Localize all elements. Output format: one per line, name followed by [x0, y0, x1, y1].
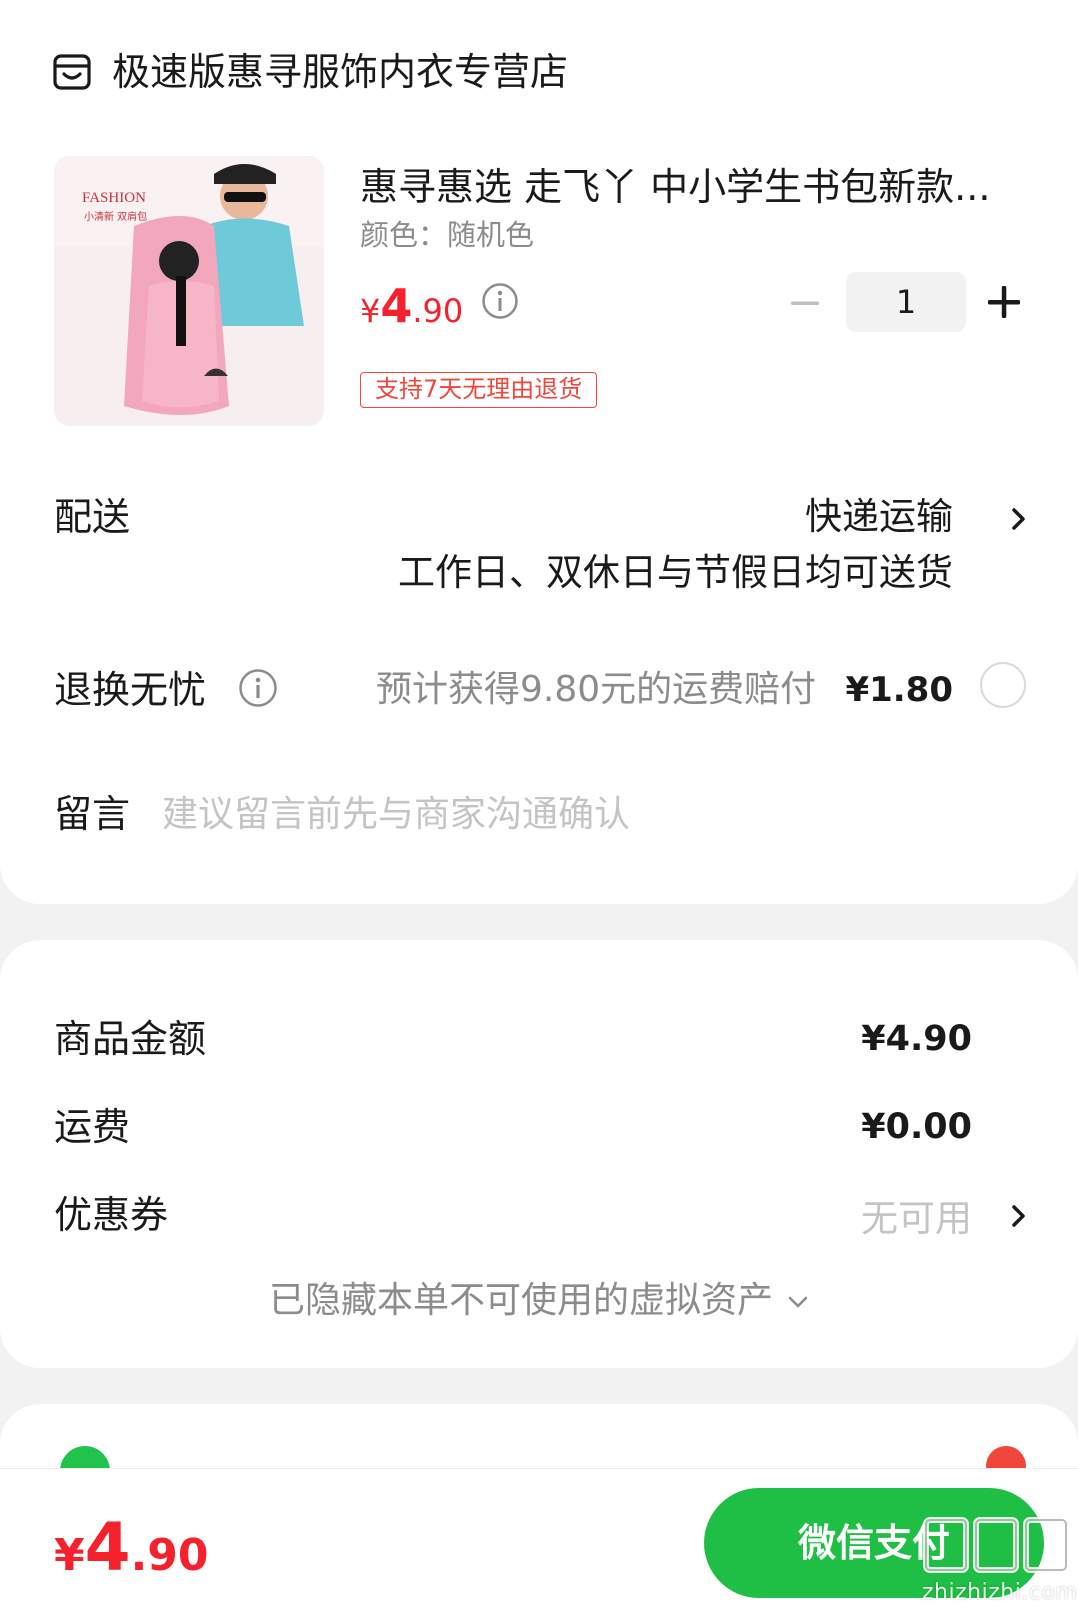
- hidden-assets-text: 已隐藏本单不可使用的虚拟资产: [268, 1280, 773, 1321]
- return-policy-tag: 支持7天无理由退货: [360, 372, 598, 408]
- hidden-assets-toggle[interactable]: 已隐藏本单不可使用的虚拟资产: [0, 1274, 1078, 1328]
- shipping-fee-label: 运费: [54, 1105, 131, 1149]
- goods-amount-value: ¥4.90: [861, 1019, 972, 1059]
- price-decimal: .90: [412, 292, 464, 330]
- product-spec: 颜色：随机色: [360, 218, 535, 252]
- coupon-label: 优惠券: [54, 1193, 169, 1237]
- store-icon: [53, 54, 91, 90]
- return-service-desc: 预计获得9.80元的运费赔付: [376, 669, 817, 710]
- shipping-fee-value: ¥0.00: [861, 1107, 972, 1147]
- delivery-label: 配送: [54, 495, 131, 539]
- return-service-label: 退换无忧: [54, 668, 207, 712]
- info-icon[interactable]: [238, 668, 278, 708]
- price-symbol: ¥: [360, 292, 381, 330]
- product-title[interactable]: 惠寻惠选 走飞丫 中小学生书包新款...: [360, 160, 990, 214]
- goods-amount-label: 商品金额: [54, 1017, 207, 1061]
- product-price: ¥4.90: [360, 278, 463, 345]
- total-price-symbol: ¥: [54, 1530, 85, 1581]
- chevron-right-icon[interactable]: [1010, 1202, 1028, 1230]
- total-price-integer: 4: [84, 1509, 131, 1586]
- price-integer: 4: [380, 279, 413, 333]
- quantity-minus-button[interactable]: [788, 286, 822, 320]
- total-price: ¥4.90: [54, 1510, 209, 1603]
- product-image[interactable]: FASHION 小清新 双肩包: [54, 156, 324, 426]
- return-service-amount: ¥1.80: [845, 670, 953, 710]
- image-brand-text: FASHION: [82, 190, 146, 206]
- coupon-value[interactable]: 无可用: [861, 1188, 972, 1242]
- quantity-value[interactable]: 1: [846, 272, 966, 332]
- chevron-right-icon[interactable]: [1010, 505, 1028, 533]
- total-price-decimal: .90: [130, 1530, 209, 1581]
- delivery-note: 工作日、双休日与节假日均可送货: [398, 551, 953, 594]
- message-label: 留言: [54, 792, 131, 836]
- store-name[interactable]: 极速版惠寻服饰内衣专营店: [112, 44, 568, 100]
- order-card: [0, 0, 1078, 904]
- quantity-plus-button[interactable]: [986, 284, 1022, 320]
- return-service-radio[interactable]: [980, 662, 1026, 708]
- info-icon[interactable]: [481, 282, 519, 320]
- message-input[interactable]: [162, 784, 862, 844]
- svg-text:小清新 双肩包: 小清新 双肩包: [84, 210, 147, 223]
- watermark-text: zhizhizhi.com: [922, 1580, 1078, 1605]
- delivery-method[interactable]: 快递运输: [805, 490, 953, 544]
- chevron-down-icon: [788, 1296, 808, 1308]
